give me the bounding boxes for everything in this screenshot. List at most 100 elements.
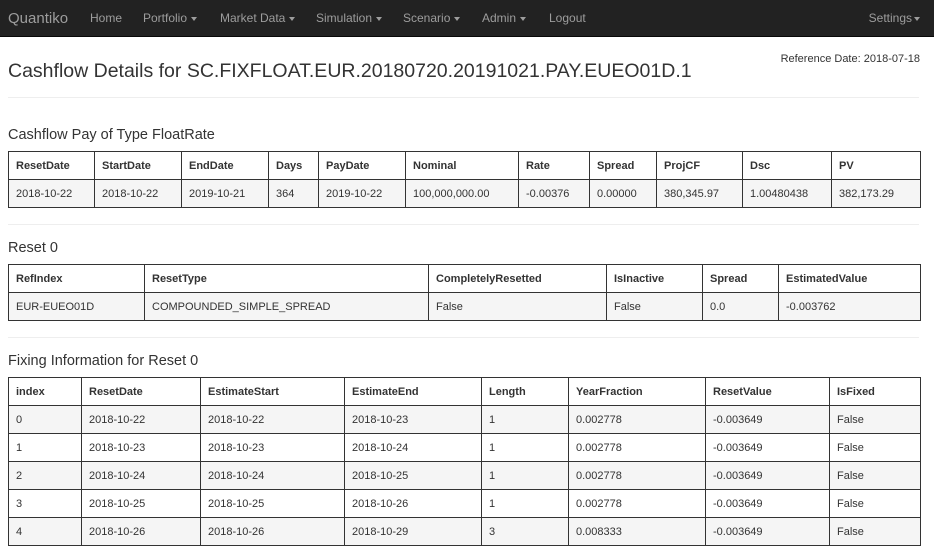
column-header: EstimateEnd: [344, 377, 482, 406]
caret-down-icon: [191, 16, 198, 21]
table-row: 0 2018-10-22 2018-10-22 2018-10-23 1 0.002778…: [8, 405, 921, 434]
column-header: ProjCF: [656, 151, 743, 180]
column-header: Dsc: [742, 151, 832, 180]
table-cell: False: [428, 292, 607, 321]
table-cell: 0.00000: [589, 179, 657, 208]
table-cell: -0.003649: [705, 405, 830, 434]
table-cell: 3: [481, 517, 569, 546]
column-header: EstimateStart: [200, 377, 345, 406]
fixing-header-row: index ResetDate EstimateStart EstimateEnd Le…: [8, 377, 921, 406]
table-cell: 3: [8, 489, 82, 518]
nav-admin-label: Admin: [482, 11, 517, 25]
table-row: EUR-EUEO01D COMPOUNDED_SIMPLE_SPREAD False…: [8, 292, 921, 321]
table-cell: 2018-10-25: [81, 489, 201, 518]
table-cell: 2018-10-22: [200, 405, 345, 434]
divider: [8, 97, 919, 98]
nav-portfolio-label: Portfolio: [143, 11, 188, 25]
column-header: RefIndex: [8, 264, 145, 293]
table-cell: 2018-10-23: [344, 405, 482, 434]
reset-table: RefIndex ResetType CompletelyResetted IsIna…: [8, 264, 921, 321]
table-cell: 0.002778: [568, 461, 706, 490]
brand-link[interactable]: Quantiko: [8, 0, 68, 37]
nav-home-label: Home: [90, 11, 123, 25]
table-cell: -0.003762: [778, 292, 921, 321]
table-cell: 0.0: [702, 292, 779, 321]
page-title: Cashflow Details for SC.FIXFLOAT.EUR.201…: [8, 60, 692, 82]
nav-portfolio-dropdown[interactable]: Portfolio: [143, 0, 198, 37]
reference-date: Reference Date: 2018-07-18: [780, 53, 920, 65]
table-cell: 2018-10-24: [200, 461, 345, 490]
caret-down-icon: [376, 16, 383, 21]
table-cell: 0: [8, 405, 82, 434]
table-cell: 100,000,000.00: [405, 179, 519, 208]
table-cell: 1: [481, 461, 569, 490]
nav-market-data-dropdown[interactable]: Market Data: [220, 0, 296, 37]
table-cell: False: [829, 405, 921, 434]
table-cell: 2018-10-22: [8, 179, 95, 208]
top-navbar: Quantiko Home Portfolio Market Data Simu…: [0, 0, 934, 37]
column-header: ResetType: [144, 264, 429, 293]
table-cell: 2019-10-22: [318, 179, 406, 208]
table-cell: -0.003649: [705, 461, 830, 490]
column-header: index: [8, 377, 82, 406]
column-header: Length: [481, 377, 569, 406]
table-cell: 380,345.97: [656, 179, 743, 208]
table-cell: EUR-EUEO01D: [8, 292, 145, 321]
column-header: PayDate: [318, 151, 406, 180]
table-cell: False: [606, 292, 703, 321]
table-row: 2 2018-10-24 2018-10-24 2018-10-25 1 0.002778…: [8, 461, 921, 490]
column-header: EndDate: [181, 151, 269, 180]
column-header: ResetDate: [81, 377, 201, 406]
caret-down-icon: [520, 16, 527, 21]
table-cell: 1: [8, 433, 82, 462]
table-cell: 2018-10-26: [344, 489, 482, 518]
cashflow-section-title: Cashflow Pay of Type FloatRate: [8, 127, 215, 143]
table-cell: -0.003649: [705, 517, 830, 546]
table-cell: 2019-10-21: [181, 179, 269, 208]
table-cell: 2018-10-26: [81, 517, 201, 546]
cashflow-header-row: ResetDate StartDate EndDate Days PayDate Nomi…: [8, 151, 921, 180]
nav-admin-dropdown[interactable]: Admin: [482, 0, 527, 37]
table-cell: 2018-10-25: [344, 461, 482, 490]
nav-market-data-label: Market Data: [220, 11, 286, 25]
divider: [8, 224, 919, 225]
table-cell: False: [829, 517, 921, 546]
table-row: 2018-10-22 2018-10-22 2019-10-21 364 2019-10…: [8, 179, 921, 208]
table-cell: 2018-10-23: [200, 433, 345, 462]
reset-header-row: RefIndex ResetType CompletelyResetted IsIna…: [8, 264, 921, 293]
column-header: PV: [831, 151, 921, 180]
table-cell: 0.002778: [568, 405, 706, 434]
nav-logout[interactable]: Logout: [549, 0, 586, 37]
table-cell: 0.002778: [568, 433, 706, 462]
table-cell: 2018-10-23: [81, 433, 201, 462]
nav-simulation-dropdown[interactable]: Simulation: [316, 0, 383, 37]
nav-home[interactable]: Home: [90, 0, 122, 37]
fixing-section-title: Fixing Information for Reset 0: [8, 353, 199, 369]
column-header: Nominal: [405, 151, 519, 180]
table-cell: 1: [481, 489, 569, 518]
column-header: IsInactive: [606, 264, 703, 293]
table-row: 3 2018-10-25 2018-10-25 2018-10-26 1 0.002778…: [8, 489, 921, 518]
table-cell: 0.008333: [568, 517, 706, 546]
nav-logout-label: Logout: [549, 11, 586, 25]
reset-section-title: Reset 0: [8, 240, 58, 256]
column-header: EstimatedValue: [778, 264, 921, 293]
table-cell: 2018-10-24: [81, 461, 201, 490]
table-cell: COMPOUNDED_SIMPLE_SPREAD: [144, 292, 429, 321]
table-cell: 1: [481, 405, 569, 434]
nav-scenario-dropdown[interactable]: Scenario: [403, 0, 461, 37]
table-cell: False: [829, 461, 921, 490]
table-cell: 2018-10-29: [344, 517, 482, 546]
table-cell: 0.002778: [568, 489, 706, 518]
column-header: Rate: [518, 151, 590, 180]
table-cell: 4: [8, 517, 82, 546]
column-header: CompletelyResetted: [428, 264, 607, 293]
divider: [8, 337, 919, 338]
table-cell: -0.00376: [518, 179, 590, 208]
table-cell: 2: [8, 461, 82, 490]
table-cell: 2018-10-25: [200, 489, 345, 518]
table-cell: 364: [268, 179, 319, 208]
column-header: StartDate: [94, 151, 182, 180]
table-cell: 382,173.29: [831, 179, 921, 208]
nav-settings-dropdown[interactable]: Settings: [869, 0, 920, 37]
